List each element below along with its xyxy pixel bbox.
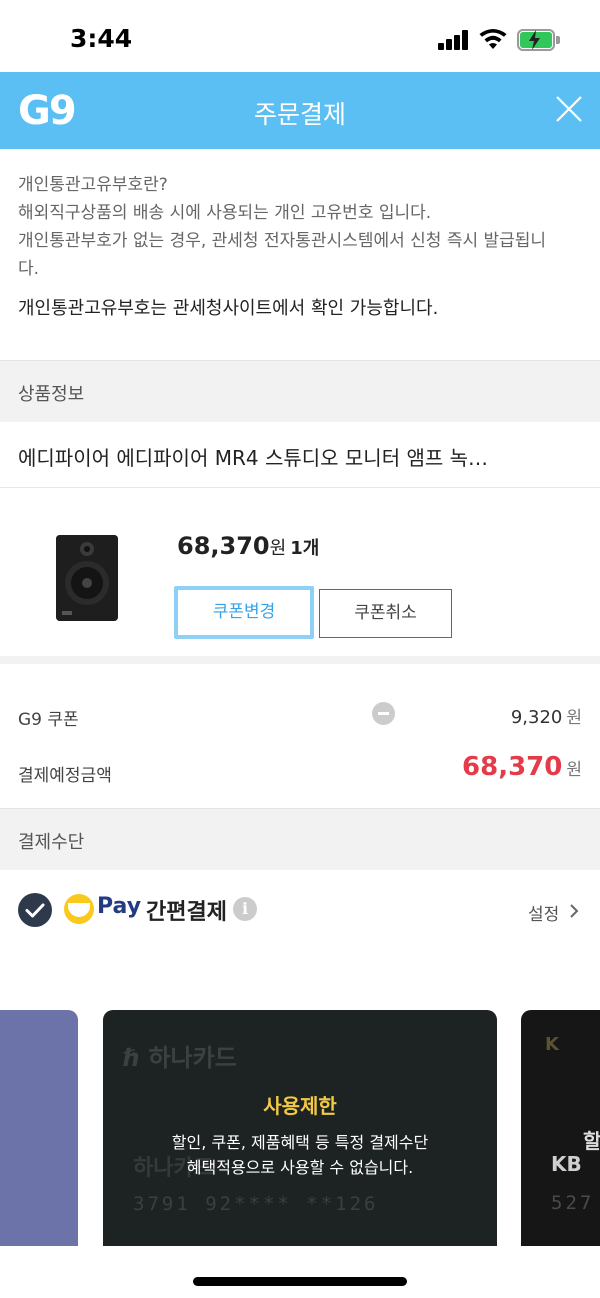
price-unit: 원 xyxy=(269,538,287,559)
smile-pay-logo-icon xyxy=(64,894,94,924)
card-number-partial: 527 xyxy=(551,1192,595,1214)
info-description: 해외직구상품의 배송 시에 사용되는 개인 고유번호 입니다. xyxy=(18,203,432,223)
app-header: G9 주문결제 xyxy=(0,72,600,149)
card-prev[interactable] xyxy=(0,1010,78,1246)
pay-brand: Pay xyxy=(97,894,142,919)
coupon-value: 9,320 xyxy=(510,707,563,728)
product-thumbnail[interactable] xyxy=(56,535,118,621)
total-amount: 68,370 원 xyxy=(462,752,582,782)
price-summary: G9 쿠폰 9,320 원 결제예정금액 68,370 원 xyxy=(0,672,600,808)
info-description-2: 개인통관부호가 없는 경우, 관세청 전자통관시스템에서 신청 즉시 발급됩니 xyxy=(18,231,547,251)
coupon-cancel-button[interactable]: 쿠폰취소 xyxy=(319,589,452,638)
close-icon[interactable] xyxy=(554,94,584,124)
payment-method-label: 간편결제 xyxy=(146,900,227,925)
coupon-amount: 9,320 원 xyxy=(511,703,582,728)
product-section-heading: 상품정보 xyxy=(0,360,600,422)
card-hana[interactable]: ℏ 하나카드 하나카드 3791 92**** **126 사용제한 할인, 쿠… xyxy=(103,1010,497,1246)
home-indicator[interactable] xyxy=(193,1277,407,1286)
card-number: 3791 92**** **126 xyxy=(133,1193,379,1215)
hana-logo-icon: ℏ xyxy=(123,1044,149,1072)
card-brand-partial: KB xyxy=(551,1152,582,1176)
kb-logo-icon: K xyxy=(545,1034,559,1055)
info-description-3: 다. xyxy=(18,259,40,279)
restriction-message: 할인, 쿠폰, 제품혜택 등 특정 결제수단 혜택적용으로 사용할 수 없습니다… xyxy=(103,1130,497,1180)
card-kb[interactable]: K 할 KB 527 xyxy=(521,1010,600,1246)
payment-method-row[interactable]: Pay 간편결제 i 설정 xyxy=(0,870,600,950)
product-quantity: 1개 xyxy=(290,538,320,559)
cellular-signal-icon xyxy=(438,30,470,50)
total-value: 68,370 xyxy=(462,752,563,782)
checkmark-icon[interactable] xyxy=(18,893,52,927)
product-name: 에디파이어 에디파이어 MR4 스튜디오 모니터 앰프 녹… xyxy=(0,422,600,488)
product-item: 68,370원 1개 쿠폰변경 쿠폰취소 xyxy=(0,489,600,664)
coupon-unit: 원 xyxy=(566,708,582,728)
coupon-label: G9 쿠폰 xyxy=(18,710,79,730)
restriction-line-2: 혜택적용으로 사용할 수 없습니다. xyxy=(186,1158,414,1177)
card-brand-name: 하나카드 xyxy=(148,1044,237,1072)
status-bar: 3:44 xyxy=(0,0,600,72)
wifi-icon xyxy=(479,29,507,49)
info-icon[interactable]: i xyxy=(233,897,257,921)
battery-charging-icon xyxy=(517,29,561,51)
home-bar-area xyxy=(0,1246,600,1298)
total-label: 결제예정금액 xyxy=(18,766,112,786)
customs-info: 개인통관고유부호란? 해외직구상품의 배송 시에 사용되는 개인 고유번호 입니… xyxy=(0,149,600,360)
minus-icon xyxy=(372,702,395,725)
restriction-line-1: 할인, 쿠폰, 제품혜택 등 특정 결제수단 xyxy=(171,1133,429,1152)
chevron-right-icon[interactable] xyxy=(568,903,580,919)
restriction-title: 사용제한 xyxy=(263,1094,337,1118)
info-question: 개인통관고유부호란? xyxy=(18,175,168,195)
total-unit: 원 xyxy=(566,760,582,780)
card-text-partial: 할 xyxy=(583,1129,600,1153)
page-title: 주문결제 xyxy=(253,100,346,129)
settings-link[interactable]: 설정 xyxy=(528,900,559,925)
product-price: 68,370원 1개 xyxy=(177,532,319,560)
coupon-change-button[interactable]: 쿠폰변경 xyxy=(174,586,314,639)
price-value: 68,370 xyxy=(177,532,270,560)
info-emphasis: 개인통관고유부호는 관세청사이트에서 확인 가능합니다. xyxy=(18,298,439,319)
payment-section-heading: 결제수단 xyxy=(0,808,600,870)
status-time: 3:44 xyxy=(70,24,133,53)
card-brand-logo: ℏ 하나카드 xyxy=(123,1038,237,1073)
